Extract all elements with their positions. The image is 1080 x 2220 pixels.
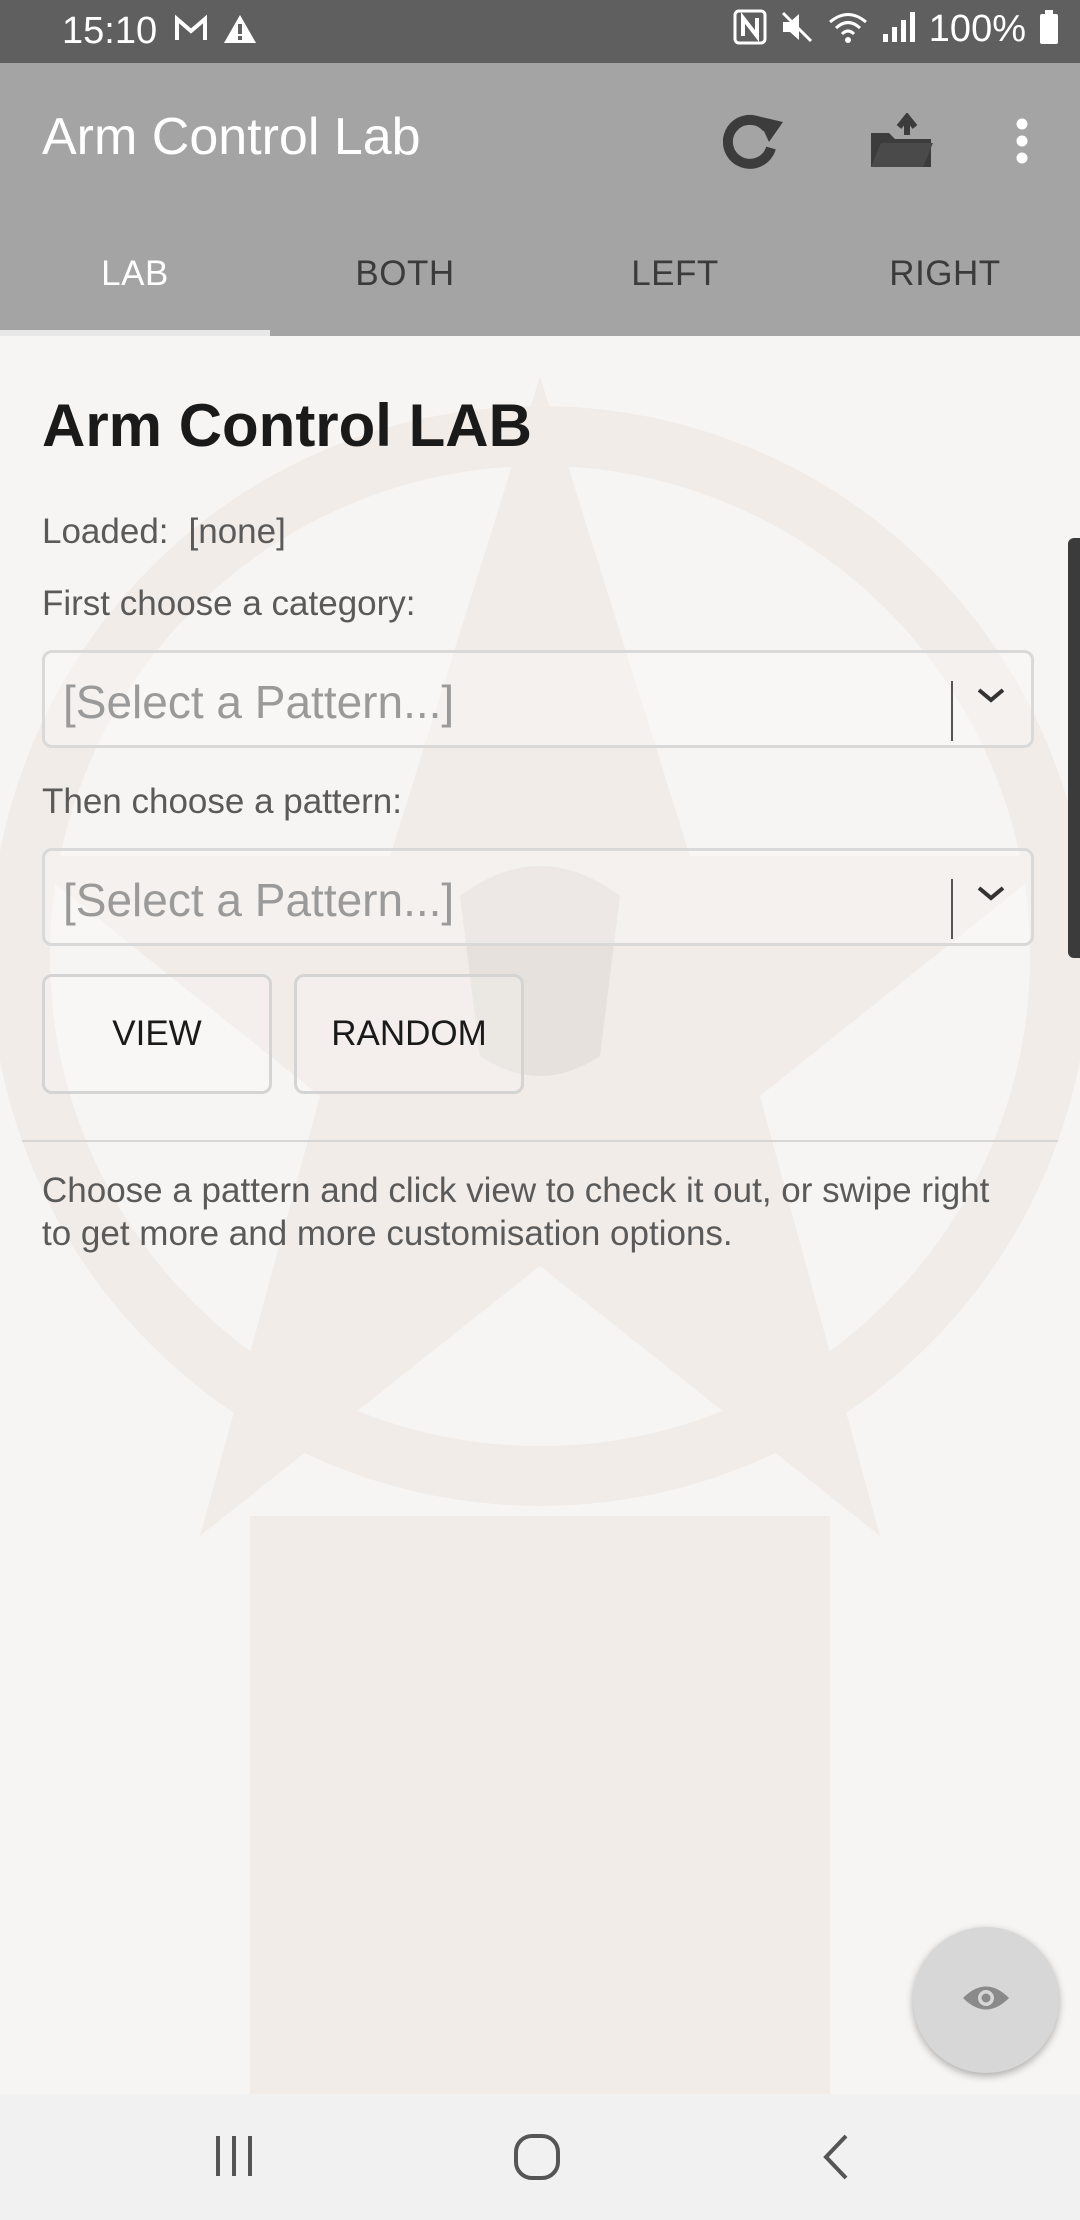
- help-text: Choose a pattern and click view to check…: [42, 1171, 990, 1253]
- gmail-icon: [174, 14, 208, 49]
- battery-percent: 100%: [928, 8, 1026, 50]
- home-icon: [512, 2132, 562, 2187]
- wifi-icon: [827, 9, 869, 50]
- chevron-down-icon: [975, 883, 1007, 908]
- tab-left[interactable]: LEFT: [540, 211, 810, 336]
- edge-panel-handle[interactable]: [1068, 538, 1080, 958]
- tab-lab[interactable]: LAB: [0, 211, 270, 336]
- pattern-select[interactable]: [Select a Pattern...]: [42, 848, 1034, 946]
- select-divider: [951, 681, 953, 741]
- status-icons: 100%: [733, 8, 1060, 51]
- back-button[interactable]: [818, 2132, 852, 2187]
- lab-content: Arm Control LAB Loaded: [none] First choo…: [0, 336, 1080, 2094]
- recent-apps-icon: [212, 2132, 256, 2185]
- select-divider: [951, 879, 953, 939]
- open-folder-icon: [869, 111, 935, 174]
- app-title: Arm Control Lab: [42, 108, 421, 166]
- status-bar: 15:10 100%: [0, 0, 1080, 63]
- alert-icon: [222, 13, 258, 50]
- loaded-status: Loaded: [none]: [42, 512, 286, 552]
- mute-icon: [779, 9, 815, 50]
- system-nav-bar: [0, 2094, 1080, 2220]
- divider: [22, 1140, 1058, 1142]
- tab-both[interactable]: BOTH: [270, 211, 540, 336]
- category-label: First choose a category:: [42, 584, 416, 623]
- random-button[interactable]: RANDOM: [294, 974, 524, 1094]
- more-vert-icon: [1015, 118, 1029, 169]
- signal-icon: [881, 10, 917, 49]
- preview-fab[interactable]: [913, 1927, 1059, 2073]
- refresh-button[interactable]: [715, 103, 795, 183]
- loaded-label: Loaded:: [42, 512, 169, 551]
- battery-icon: [1038, 9, 1060, 50]
- app-bar: Arm Control Lab: [0, 63, 1080, 211]
- category-select[interactable]: [Select a Pattern...]: [42, 650, 1034, 748]
- page-title: Arm Control LAB: [42, 392, 532, 459]
- category-select-value: [Select a Pattern...]: [63, 676, 455, 728]
- back-icon: [818, 2132, 852, 2187]
- view-button[interactable]: VIEW: [42, 974, 272, 1094]
- home-button[interactable]: [512, 2132, 562, 2187]
- loaded-value: [none]: [188, 512, 286, 551]
- overflow-menu-button[interactable]: [1000, 103, 1044, 183]
- chevron-down-icon: [975, 685, 1007, 710]
- pattern-select-value: [Select a Pattern...]: [63, 874, 455, 926]
- tab-right[interactable]: RIGHT: [810, 211, 1080, 336]
- refresh-icon: [722, 112, 787, 175]
- nfc-icon: [733, 9, 767, 50]
- pattern-label: Then choose a pattern:: [42, 782, 402, 821]
- status-time: 15:10: [62, 10, 158, 52]
- eye-icon: [961, 1983, 1011, 2018]
- tab-bar: LAB BOTH LEFT RIGHT: [0, 211, 1080, 336]
- recent-apps-button[interactable]: [212, 2132, 256, 2185]
- open-folder-button[interactable]: [862, 103, 942, 183]
